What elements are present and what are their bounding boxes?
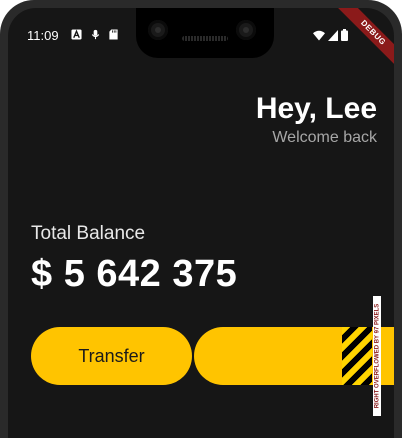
overflow-warning: RIGHT OVERFLOWED BY 97 PIXELS xyxy=(373,296,381,416)
greeting-subtitle: Welcome back xyxy=(272,129,377,146)
transfer-button-label: Transfer xyxy=(78,345,145,366)
status-right-icons xyxy=(313,29,348,41)
overflow-indicator-stripes xyxy=(342,327,372,385)
front-sensor-icon xyxy=(236,20,256,40)
status-time: 11:09 xyxy=(27,28,59,43)
mic-icon xyxy=(91,29,100,40)
phone-frame: 11:09 DEBUG Hey, Lee Welcome back Total … xyxy=(0,0,402,438)
transfer-button[interactable]: Transfer xyxy=(31,327,192,385)
app-screen: 11:09 DEBUG Hey, Lee Welcome back Total … xyxy=(8,8,394,438)
cell-signal-icon xyxy=(328,29,338,41)
overflow-warning-text: RIGHT OVERFLOWED BY 97 PIXELS xyxy=(374,303,381,409)
earpiece-speaker xyxy=(182,36,228,41)
total-balance-label: Total Balance xyxy=(31,223,146,244)
a-letter-icon xyxy=(71,29,82,40)
camera-notch xyxy=(136,8,274,58)
greeting-title: Hey, Lee xyxy=(255,92,377,125)
sd-card-icon xyxy=(109,29,118,40)
status-bar: 11:09 xyxy=(8,8,394,58)
battery-icon xyxy=(341,29,348,41)
wifi-icon xyxy=(313,30,325,40)
total-balance-value: $ 5 642 375 xyxy=(31,253,238,295)
front-camera-icon xyxy=(148,20,168,40)
